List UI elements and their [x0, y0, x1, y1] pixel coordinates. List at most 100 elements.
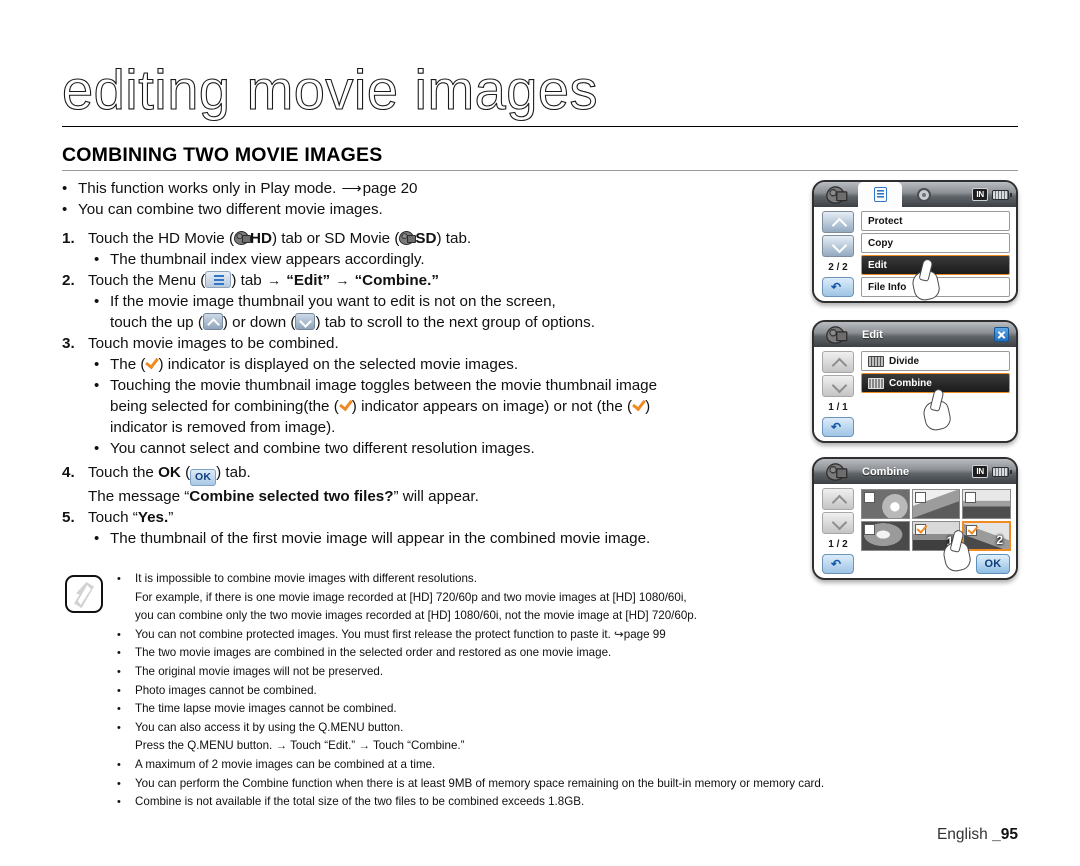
- touch-hand-pointer-icon: [921, 388, 953, 433]
- scroll-up-button[interactable]: [822, 211, 854, 233]
- back-button[interactable]: ↶: [822, 554, 854, 574]
- intro-bullet-2: • You can combine two different movie im…: [62, 199, 802, 220]
- bullet-dot: •: [117, 628, 121, 641]
- note-1-line-1: It is impossible to combine movie images…: [135, 572, 477, 585]
- step-2: 2. Touch the Menu () tab → “Edit” → “Com…: [62, 270, 802, 291]
- hd-movie-tab-icon: [234, 231, 252, 245]
- check-indicator-icon: [632, 400, 645, 413]
- step-4-msg-b: ” will appear.: [393, 488, 479, 505]
- scroll-down-button[interactable]: [822, 375, 854, 397]
- bullet-dot: •: [117, 684, 121, 697]
- thumbnail-checkbox[interactable]: [914, 492, 926, 503]
- thumbnail-item[interactable]: [861, 489, 910, 519]
- ok-tab-icon: OK: [190, 469, 217, 486]
- lcd1-menu-list: Protect Copy Edit File Info: [861, 211, 1010, 299]
- step-3-number: 3.: [62, 335, 75, 352]
- step-2-sub-bullet: • If the movie image thumbnail you want …: [62, 291, 802, 333]
- thumbnail-item[interactable]: 1: [911, 521, 961, 551]
- battery-icon: [992, 189, 1012, 200]
- tab-menu[interactable]: [858, 182, 902, 207]
- battery-icon: [992, 466, 1012, 477]
- menu-item-copy[interactable]: Copy: [861, 233, 1010, 253]
- menu-item-combine-label: Combine: [889, 377, 932, 389]
- step-4-text-c: ) tab.: [216, 464, 251, 481]
- scroll-up-button[interactable]: [822, 351, 854, 373]
- bullet-dot: •: [94, 440, 100, 457]
- menu-item-file-info[interactable]: File Info: [861, 277, 1010, 297]
- step-1-sd-label: SD: [415, 230, 437, 247]
- bullet-dot: •: [117, 796, 121, 809]
- lcd1-body: 2 / 2 ↶ Protect Copy Edit File Info: [814, 207, 1016, 301]
- thumbnail-item[interactable]: 2: [962, 521, 1011, 551]
- instructions-body: • This function works only in Play mode.…: [62, 178, 802, 549]
- bullet-dot: •: [94, 293, 100, 310]
- thumbnail-order-number: 2: [996, 533, 1003, 547]
- back-button[interactable]: ↶: [822, 417, 854, 437]
- step-1-hd-label: HD: [250, 230, 272, 247]
- thumbnail-item[interactable]: [911, 489, 961, 519]
- tab-settings[interactable]: [902, 182, 946, 207]
- ok-button[interactable]: OK: [976, 554, 1010, 574]
- page-ref-arrow-icon: ⟶: [341, 180, 362, 196]
- step-2-text-b: ) tab: [231, 272, 266, 289]
- bullet-dot: •: [117, 647, 121, 660]
- note-item: • You can not combine protected images. …: [117, 626, 1022, 645]
- lcd2-page-count: 1 / 1: [828, 402, 848, 413]
- lcd2-nav-column: [822, 351, 854, 399]
- movie-mode-indicator: [814, 459, 858, 484]
- step-4: 4. Touch the OK (OK) tab.: [62, 462, 802, 486]
- thumbnail-order-number: 1: [946, 534, 954, 548]
- step-3-sub1-a: The (: [110, 356, 146, 373]
- scroll-up-button[interactable]: [822, 488, 854, 510]
- gear-icon: [917, 187, 931, 202]
- thumbnail-grid: 1 2: [861, 489, 1011, 551]
- thumbnail-checkbox[interactable]: [864, 524, 875, 535]
- scroll-down-button[interactable]: [822, 235, 854, 257]
- lcd2-body: 1 / 1 ↶ Divide Combine: [814, 347, 1016, 441]
- step-3-sub2-line-2a: being selected for combining(the (: [110, 398, 339, 415]
- film-reel-icon: [826, 462, 848, 481]
- step-2-arrow-2-icon: →: [335, 272, 350, 288]
- bullet-dot: •: [117, 573, 121, 585]
- menu-item-combine[interactable]: Combine: [861, 373, 1010, 393]
- thumbnail-checkbox[interactable]: [965, 492, 977, 503]
- scroll-down-button[interactable]: [822, 512, 854, 534]
- divide-icon: [868, 355, 884, 367]
- back-button[interactable]: ↶: [822, 277, 854, 297]
- lcd3-nav-column: [822, 488, 854, 536]
- bullet-dot: •: [117, 665, 121, 678]
- note-item: • Photo images cannot be combined.: [117, 682, 1022, 701]
- thumbnail-checkbox[interactable]: [914, 524, 926, 535]
- thumbnail-checkbox[interactable]: [966, 525, 978, 536]
- thumbnail-item[interactable]: [962, 489, 1011, 519]
- step-1-number: 1.: [62, 230, 75, 247]
- bullet-dot: •: [117, 703, 121, 716]
- step-2-text-a: Touch the Menu (: [88, 272, 206, 289]
- lcd2-menu-list: Divide Combine: [861, 351, 1010, 395]
- menu-item-edit[interactable]: Edit: [861, 255, 1010, 275]
- step-1-sub-bullet: • The thumbnail index view appears accor…: [62, 249, 802, 270]
- menu-item-divide-label: Divide: [889, 355, 920, 367]
- note-item: • You can perform the Combine function w…: [117, 775, 1022, 794]
- close-icon[interactable]: [994, 327, 1009, 342]
- step-5-number: 5.: [62, 509, 75, 526]
- menu-item-protect[interactable]: Protect: [861, 211, 1010, 231]
- note-item: • Combine is not available if the total …: [117, 793, 1022, 812]
- lcd1-tab-bar: IN: [814, 182, 1016, 207]
- bullet-dot: •: [117, 721, 121, 734]
- intro-bullet-1: • This function works only in Play mode.…: [62, 178, 802, 199]
- step-3-sub-bullet-3: • You cannot select and combine two diff…: [62, 438, 802, 459]
- step-4-ok-label: OK: [158, 464, 181, 481]
- tab-movie-mode[interactable]: [814, 182, 858, 207]
- note-pen-icon: [65, 575, 103, 613]
- menu-item-divide[interactable]: Divide: [861, 351, 1010, 371]
- note-item: • A maximum of 2 movie images can be com…: [117, 756, 1022, 775]
- thumbnail-item[interactable]: [861, 521, 910, 551]
- step-1: 1. Touch the HD Movie (HD) tab or SD Mov…: [62, 228, 802, 249]
- thumbnail-checkbox[interactable]: [864, 492, 875, 503]
- note-item: • The time lapse movie images cannot be …: [117, 700, 1022, 719]
- lcd3-title: Combine: [862, 465, 910, 478]
- intro-bullet-1-text: This function works only in Play mode.: [78, 180, 341, 197]
- step-2-sub-line-2b: ) or down (: [222, 314, 296, 331]
- step-3: 3. Touch movie images to be combined.: [62, 333, 802, 354]
